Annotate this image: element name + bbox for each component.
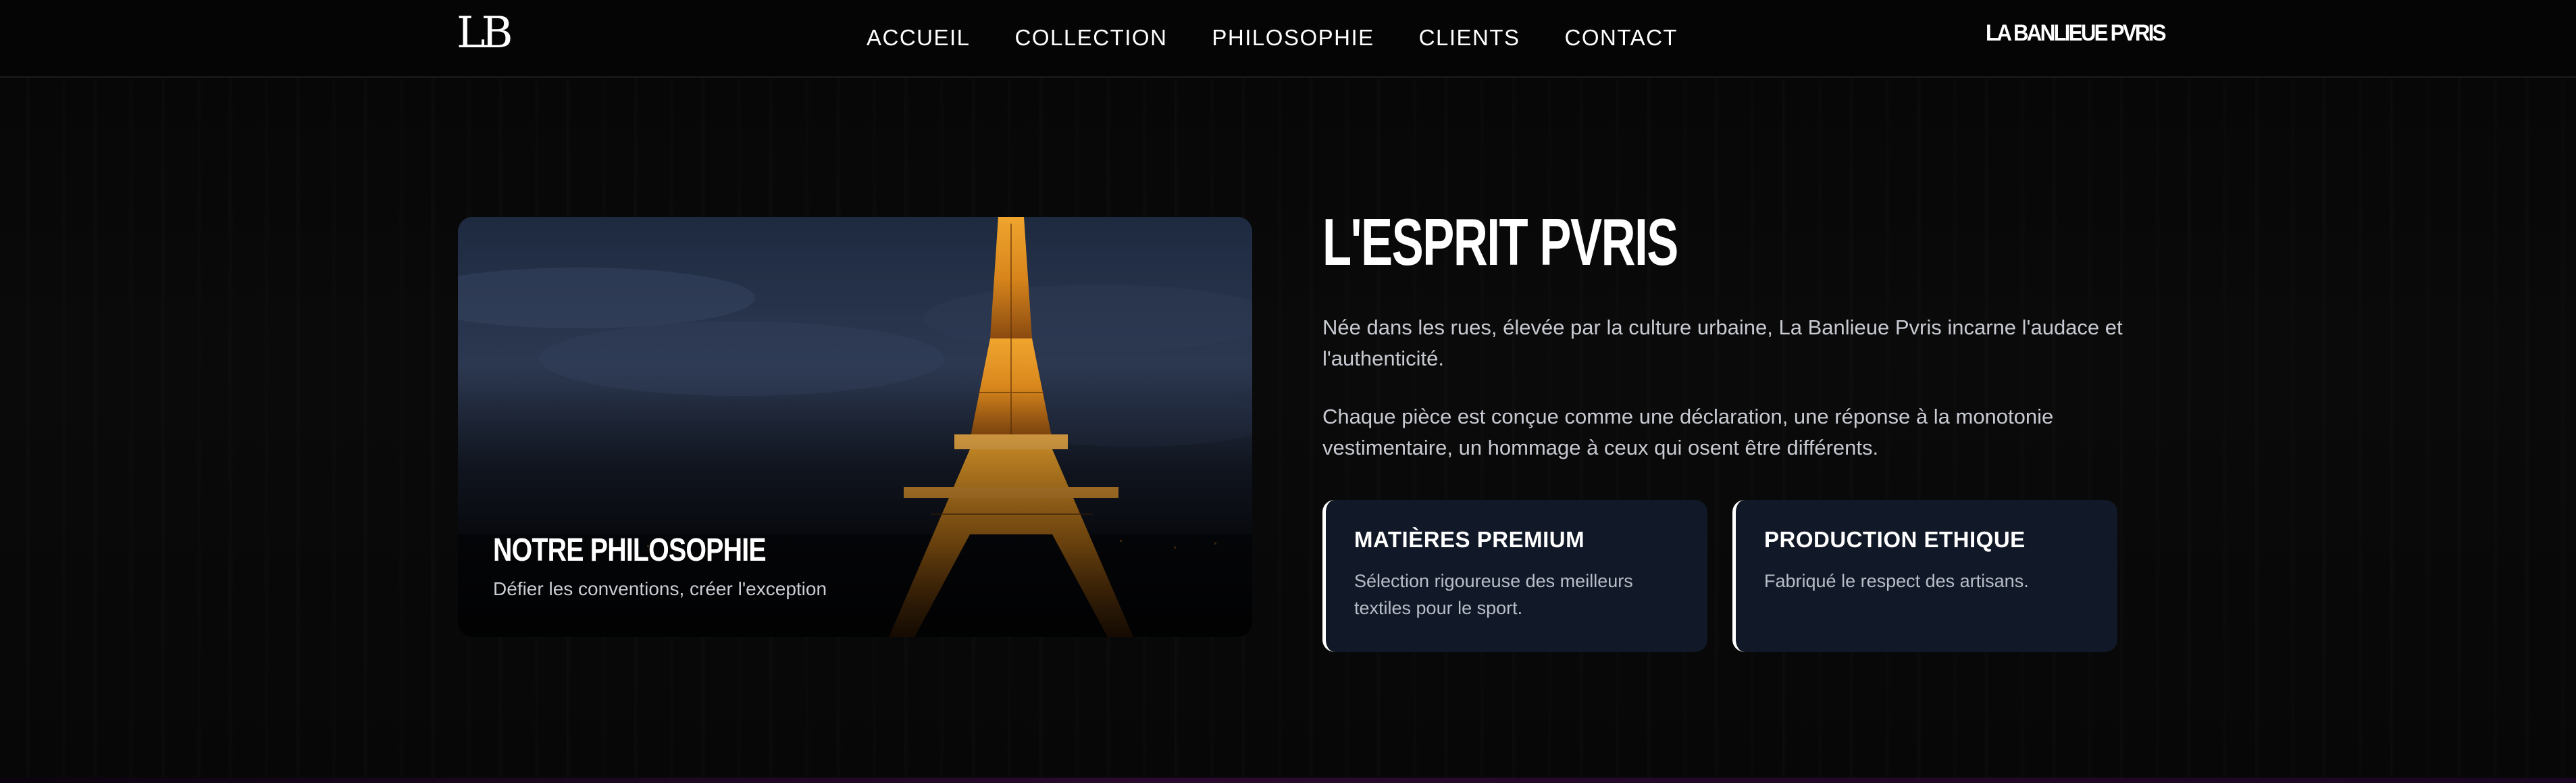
brand-wordmark[interactable]: LA BANLIEUE PVRIS (1986, 20, 2167, 51)
nav-link-accueil[interactable]: ACCUEIL (867, 25, 971, 51)
nav-link-clients[interactable]: CLIENTS (1419, 25, 1520, 51)
feature-title: MATIÈRES PREMIUM (1354, 527, 1585, 552)
mission-paragraph: Chaque pièce est conçue comme une déclar… (1322, 405, 2054, 459)
feature-title: PRODUCTION ETHIQUE (1764, 527, 2026, 552)
image-caption-subtitle: Défier les conventions, créer l'exceptio… (493, 578, 827, 599)
logo-monogram: LB (457, 8, 513, 58)
feature-description: Fabriqué le respect des artisans. (1764, 571, 2029, 591)
nav-link-collection[interactable]: COLLECTION (1015, 25, 1168, 51)
bottom-accent-strip (0, 778, 2576, 783)
image-caption-title: NOTRE PHILOSOPHIE (493, 532, 767, 568)
philosophy-image-card: NOTRE PHILOSOPHIE Défier les conventions… (458, 217, 1252, 637)
nav-link-contact[interactable]: CONTACT (1565, 25, 1678, 51)
brand-logo[interactable]: LB (457, 9, 524, 57)
feature-card-premium-materials: MATIÈRES PREMIUM Sélection rigoureuse de… (1322, 500, 1707, 652)
section-title: L'ESPRIT PVRIS (1322, 205, 1678, 279)
nav-links: ACCUEIL COLLECTION PHILOSOPHIE CLIENTS C… (867, 22, 1678, 54)
page-background (0, 0, 2576, 783)
nav-link-philosophie[interactable]: PHILOSOPHIE (1212, 25, 1374, 51)
intro-paragraph: Née dans les rues, élevée par la culture… (1322, 315, 2123, 370)
top-navbar: LB ACCUEIL COLLECTION PHILOSOPHIE CLIENT… (0, 0, 2576, 78)
feature-card-ethical-production: PRODUCTION ETHIQUE Fabriqué le respect d… (1732, 500, 2117, 652)
feature-description: Sélection rigoureuse des meilleurs texti… (1354, 571, 1633, 618)
image-caption: NOTRE PHILOSOPHIE Défier les conventions… (493, 532, 827, 600)
